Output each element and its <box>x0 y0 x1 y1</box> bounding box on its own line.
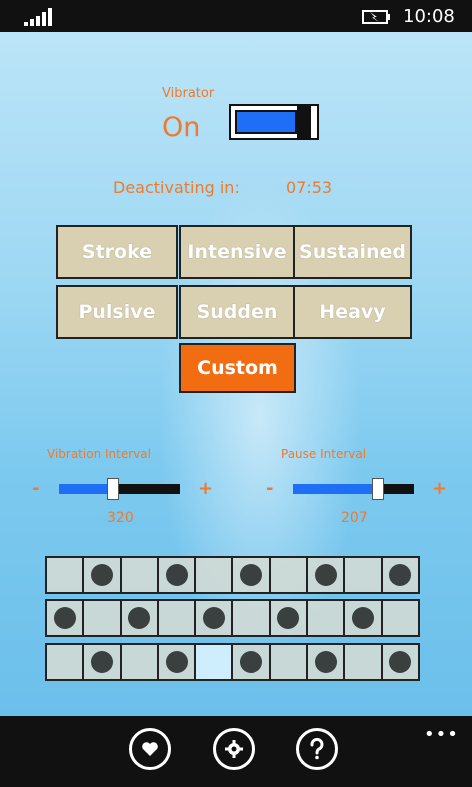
pattern-row-1 <box>45 556 420 594</box>
custom-button[interactable]: Custom <box>179 343 296 393</box>
pattern-cell[interactable] <box>270 558 309 592</box>
pattern-cell[interactable] <box>158 601 197 635</box>
pattern-dot <box>314 651 337 673</box>
deactivating-label: Deactivating in: <box>113 178 240 197</box>
toggle-fill <box>235 110 297 134</box>
pause-slider-fill <box>293 484 378 494</box>
pattern-cell[interactable] <box>345 601 383 635</box>
pattern-dot <box>352 607 375 629</box>
pattern-cell[interactable] <box>308 645 346 679</box>
pattern-dot <box>277 607 300 629</box>
pause-minus-button[interactable]: - <box>266 478 273 499</box>
pattern-cell[interactable] <box>84 558 122 592</box>
vibration-minus-button[interactable]: - <box>32 478 39 499</box>
pattern-cell[interactable] <box>308 601 346 635</box>
vibration-interval-label: Vibration Interval <box>47 447 151 461</box>
battery-charging-icon <box>362 10 390 24</box>
mode-button-stroke[interactable]: Stroke <box>56 225 178 279</box>
pattern-cell[interactable] <box>196 645 234 679</box>
vibrator-toggle[interactable] <box>229 104 319 140</box>
pattern-dot <box>314 564 337 586</box>
favorite-button[interactable] <box>129 728 171 770</box>
pattern-row-2 <box>45 599 420 637</box>
settings-button[interactable] <box>213 728 255 770</box>
pattern-dot <box>389 651 412 673</box>
pause-interval-label: Pause Interval <box>281 447 367 461</box>
more-options-button[interactable]: ••• <box>424 724 459 745</box>
pattern-cell[interactable] <box>233 558 271 592</box>
pattern-dot <box>90 651 113 673</box>
status-time: 10:08 <box>403 6 455 27</box>
pattern-cell[interactable] <box>47 601 85 635</box>
vibration-plus-button[interactable]: + <box>198 478 213 499</box>
pause-interval-value: 207 <box>341 510 368 526</box>
pattern-cell[interactable] <box>121 645 159 679</box>
pattern-cell[interactable] <box>233 601 271 635</box>
pattern-dot <box>165 564 188 586</box>
pattern-cell[interactable] <box>382 601 418 635</box>
pattern-dot <box>90 564 113 586</box>
signal-bars-icon <box>24 8 52 26</box>
pattern-dot <box>128 607 151 629</box>
pattern-cell[interactable] <box>270 645 309 679</box>
question-icon <box>310 738 324 760</box>
vibrator-label: Vibrator <box>162 86 215 101</box>
pattern-cell[interactable] <box>196 601 234 635</box>
pattern-dot <box>202 607 225 629</box>
pause-interval-slider[interactable] <box>293 484 414 494</box>
vibration-interval-value: 320 <box>107 510 134 526</box>
toggle-thumb[interactable] <box>297 104 311 140</box>
mode-button-heavy[interactable]: Heavy <box>293 285 412 339</box>
pattern-dot <box>53 607 76 629</box>
pattern-cell[interactable] <box>158 558 197 592</box>
pattern-cell[interactable] <box>382 558 418 592</box>
pattern-cell[interactable] <box>345 558 383 592</box>
pause-slider-thumb[interactable] <box>371 478 384 500</box>
pattern-dot <box>240 564 263 586</box>
pattern-cell[interactable] <box>121 558 159 592</box>
pattern-cell[interactable] <box>121 601 159 635</box>
status-bar: 10:08 <box>0 0 472 32</box>
pattern-cell[interactable] <box>382 645 418 679</box>
pattern-cell[interactable] <box>196 558 234 592</box>
pattern-cell[interactable] <box>84 645 122 679</box>
pattern-cell[interactable] <box>158 645 197 679</box>
pattern-cell[interactable] <box>270 601 309 635</box>
pause-plus-button[interactable]: + <box>432 478 447 499</box>
vibration-interval-slider[interactable] <box>59 484 180 494</box>
mode-button-sudden[interactable]: Sudden <box>179 285 295 339</box>
mode-button-pulsive[interactable]: Pulsive <box>56 285 178 339</box>
pattern-dot <box>389 564 412 586</box>
vibration-slider-thumb[interactable] <box>107 478 120 500</box>
pattern-row-3 <box>45 643 420 681</box>
pattern-cell[interactable] <box>345 645 383 679</box>
app-bar: ••• <box>0 716 472 787</box>
pattern-dot <box>240 651 263 673</box>
pattern-cell[interactable] <box>84 601 122 635</box>
pattern-dot <box>165 651 188 673</box>
help-button[interactable] <box>296 728 338 770</box>
pattern-cell[interactable] <box>233 645 271 679</box>
vibrator-state: On <box>162 112 201 143</box>
vibration-slider-fill <box>59 484 114 494</box>
heart-icon <box>142 742 158 756</box>
pattern-cell[interactable] <box>47 645 85 679</box>
mode-button-intensive[interactable]: Intensive <box>179 225 295 279</box>
mode-button-sustained[interactable]: Sustained <box>293 225 412 279</box>
gear-icon <box>225 740 243 758</box>
pattern-cell[interactable] <box>308 558 346 592</box>
deactivating-time: 07:53 <box>286 178 333 197</box>
pattern-cell[interactable] <box>47 558 85 592</box>
